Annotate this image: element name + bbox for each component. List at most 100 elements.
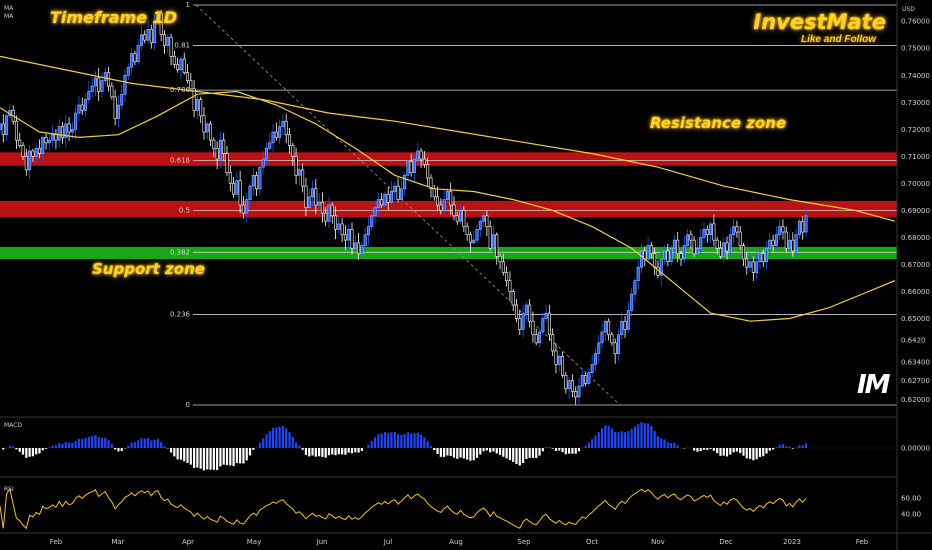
macd-bar bbox=[798, 445, 801, 448]
macd-bar bbox=[548, 447, 551, 448]
candle-body bbox=[804, 215, 808, 233]
fib-label: 0.5 bbox=[179, 206, 190, 214]
time-tick: Dec bbox=[719, 538, 733, 546]
candle-body bbox=[54, 134, 58, 141]
candle-body bbox=[14, 120, 18, 141]
candle-body bbox=[712, 223, 716, 241]
macd-bar bbox=[531, 448, 535, 458]
macd-bar bbox=[597, 431, 600, 448]
candle-body bbox=[376, 199, 380, 209]
candle-body bbox=[699, 237, 703, 249]
macd-bar bbox=[752, 448, 755, 461]
candle-body bbox=[518, 318, 522, 330]
macd-bar bbox=[452, 448, 456, 458]
candle-body bbox=[413, 158, 417, 173]
macd-bar bbox=[666, 442, 669, 448]
macd-bar bbox=[229, 448, 232, 466]
price-tick: 0.65000 bbox=[901, 315, 930, 323]
price-tick: 0.6420 bbox=[901, 337, 926, 345]
macd-bar bbox=[600, 428, 604, 448]
candle-body bbox=[689, 234, 693, 241]
macd-bar bbox=[492, 448, 495, 452]
macd-bar bbox=[308, 448, 311, 457]
macd-bar bbox=[528, 448, 531, 458]
macd-bar bbox=[370, 440, 373, 448]
macd-bar bbox=[271, 428, 275, 448]
macd-tick: 0.00000 bbox=[901, 445, 930, 453]
macd-bar bbox=[239, 448, 242, 464]
candle-body bbox=[24, 156, 28, 171]
candle-body bbox=[37, 147, 41, 154]
macd-bar bbox=[502, 448, 505, 457]
macd-bar bbox=[268, 431, 271, 448]
candle-body bbox=[564, 374, 568, 390]
candle-body bbox=[113, 96, 117, 119]
candle-body bbox=[337, 223, 341, 230]
candle-body bbox=[403, 174, 407, 190]
candle-body bbox=[343, 234, 347, 241]
candle-body bbox=[531, 320, 535, 336]
macd-bar bbox=[475, 448, 479, 458]
macd-bar bbox=[541, 448, 544, 452]
candle-body bbox=[192, 88, 196, 111]
candle-body bbox=[557, 356, 561, 365]
fib-label: 0.236 bbox=[170, 310, 191, 318]
candle-body bbox=[445, 191, 449, 200]
macd-bar bbox=[354, 448, 357, 453]
macd-bar bbox=[633, 426, 637, 448]
macd-bar bbox=[44, 448, 48, 449]
macd-bar bbox=[623, 432, 627, 448]
candle-body bbox=[482, 215, 486, 222]
candle-body bbox=[241, 204, 245, 214]
candle-body bbox=[288, 134, 292, 146]
candle-body bbox=[488, 226, 492, 249]
macd-bar bbox=[291, 436, 294, 448]
macd-bar bbox=[482, 448, 485, 452]
candle-body bbox=[442, 199, 446, 211]
macd-bar bbox=[627, 431, 630, 448]
candle-body bbox=[232, 183, 236, 195]
candle-body bbox=[218, 139, 222, 160]
candle-body bbox=[130, 53, 134, 68]
macd-bar bbox=[765, 448, 768, 454]
candle-body bbox=[235, 180, 239, 195]
candle-body bbox=[222, 139, 226, 154]
fib-label: 0 bbox=[186, 401, 190, 409]
macd-bar bbox=[179, 448, 183, 460]
fib-label: 0.81 bbox=[174, 42, 190, 50]
candle-body bbox=[587, 372, 591, 384]
candle-body bbox=[801, 220, 805, 233]
macd-bar bbox=[778, 444, 781, 448]
macd-title: MACD bbox=[4, 422, 22, 429]
macd-bar bbox=[146, 438, 150, 448]
macd-bar bbox=[469, 448, 472, 461]
macd-bar bbox=[219, 448, 222, 467]
macd-bar bbox=[545, 447, 548, 448]
candle-body bbox=[281, 120, 285, 127]
macd-bar bbox=[712, 448, 715, 451]
macd-bar bbox=[337, 448, 340, 455]
macd-bar bbox=[617, 432, 620, 448]
candle-body bbox=[580, 374, 584, 387]
macd-bar bbox=[91, 435, 94, 448]
candle-body bbox=[189, 80, 193, 90]
macd-bar bbox=[262, 438, 265, 448]
candle-body bbox=[330, 204, 334, 217]
macd-bar bbox=[413, 433, 416, 448]
candle-body bbox=[561, 356, 565, 376]
macd-bar bbox=[535, 448, 538, 459]
macd-bar bbox=[406, 432, 410, 448]
macd-bar bbox=[130, 442, 133, 448]
candle-body bbox=[495, 234, 499, 257]
price-tick: 0.69000 bbox=[901, 207, 930, 215]
macd-bar bbox=[515, 448, 518, 464]
macd-bar bbox=[439, 448, 442, 457]
macd-bar bbox=[505, 448, 508, 459]
candle-body bbox=[5, 115, 9, 136]
macd-bar bbox=[318, 448, 321, 457]
candle-body bbox=[475, 229, 479, 241]
candle-body bbox=[511, 291, 515, 306]
candle-body bbox=[432, 188, 436, 198]
macd-bar bbox=[232, 448, 235, 466]
macd-bar bbox=[8, 445, 11, 448]
